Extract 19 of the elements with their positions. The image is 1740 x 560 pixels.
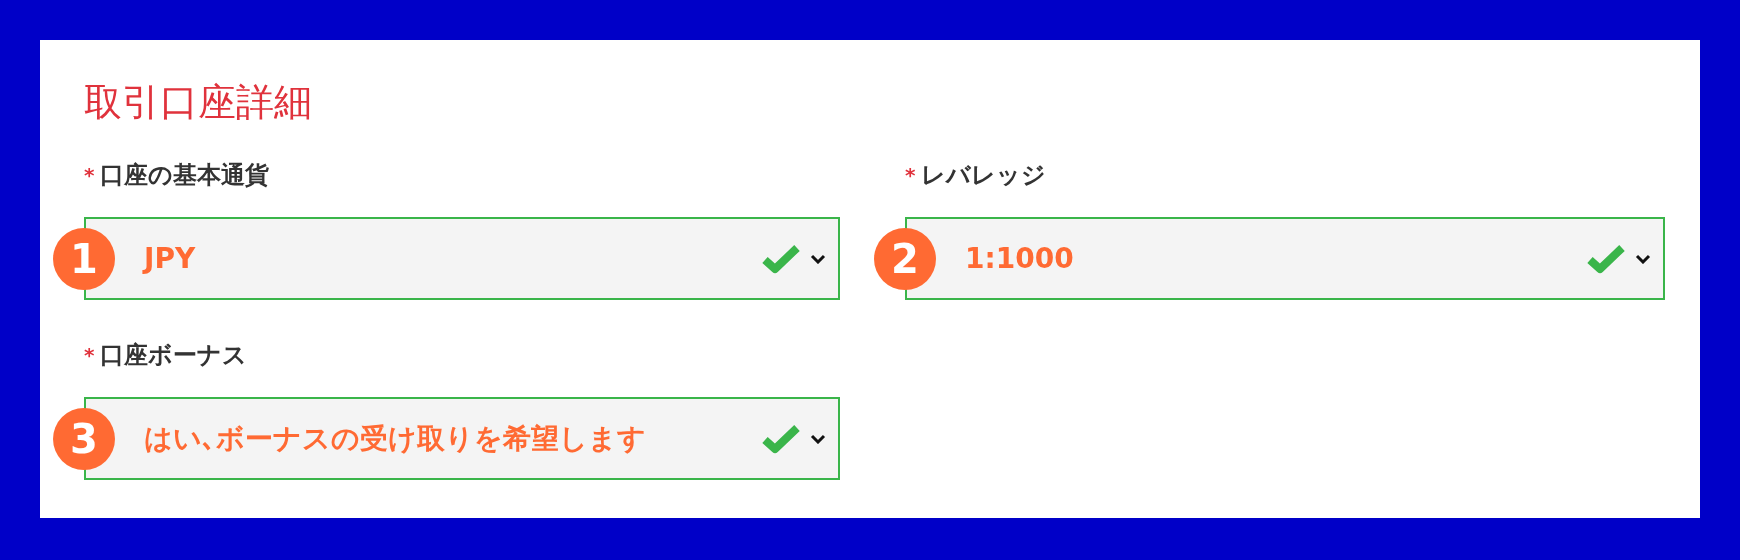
number-badge: 2 bbox=[874, 227, 936, 290]
check-icon bbox=[1587, 243, 1625, 274]
field-label: 口座ボーナス bbox=[100, 340, 248, 371]
required-asterisk: * bbox=[84, 343, 95, 367]
chevron-down-icon bbox=[810, 433, 826, 444]
selected-value: JPY bbox=[144, 242, 197, 275]
check-icon bbox=[762, 423, 800, 454]
required-asterisk: * bbox=[84, 163, 95, 187]
field-label: 口座の基本通貨 bbox=[100, 160, 270, 191]
section-title: 取引口座詳細 bbox=[84, 79, 313, 126]
chevron-down-icon bbox=[810, 253, 826, 264]
check-icon bbox=[762, 243, 800, 274]
required-asterisk: * bbox=[905, 163, 916, 187]
field-label: レバレッジ bbox=[921, 160, 1047, 191]
chevron-down-icon bbox=[1635, 253, 1651, 264]
number-badge: 3 bbox=[53, 407, 115, 470]
selected-value: 1:1000 bbox=[965, 242, 1075, 275]
selected-value: はい､ボーナスの受け取りを希望します bbox=[144, 420, 647, 457]
number-badge: 1 bbox=[53, 227, 115, 290]
